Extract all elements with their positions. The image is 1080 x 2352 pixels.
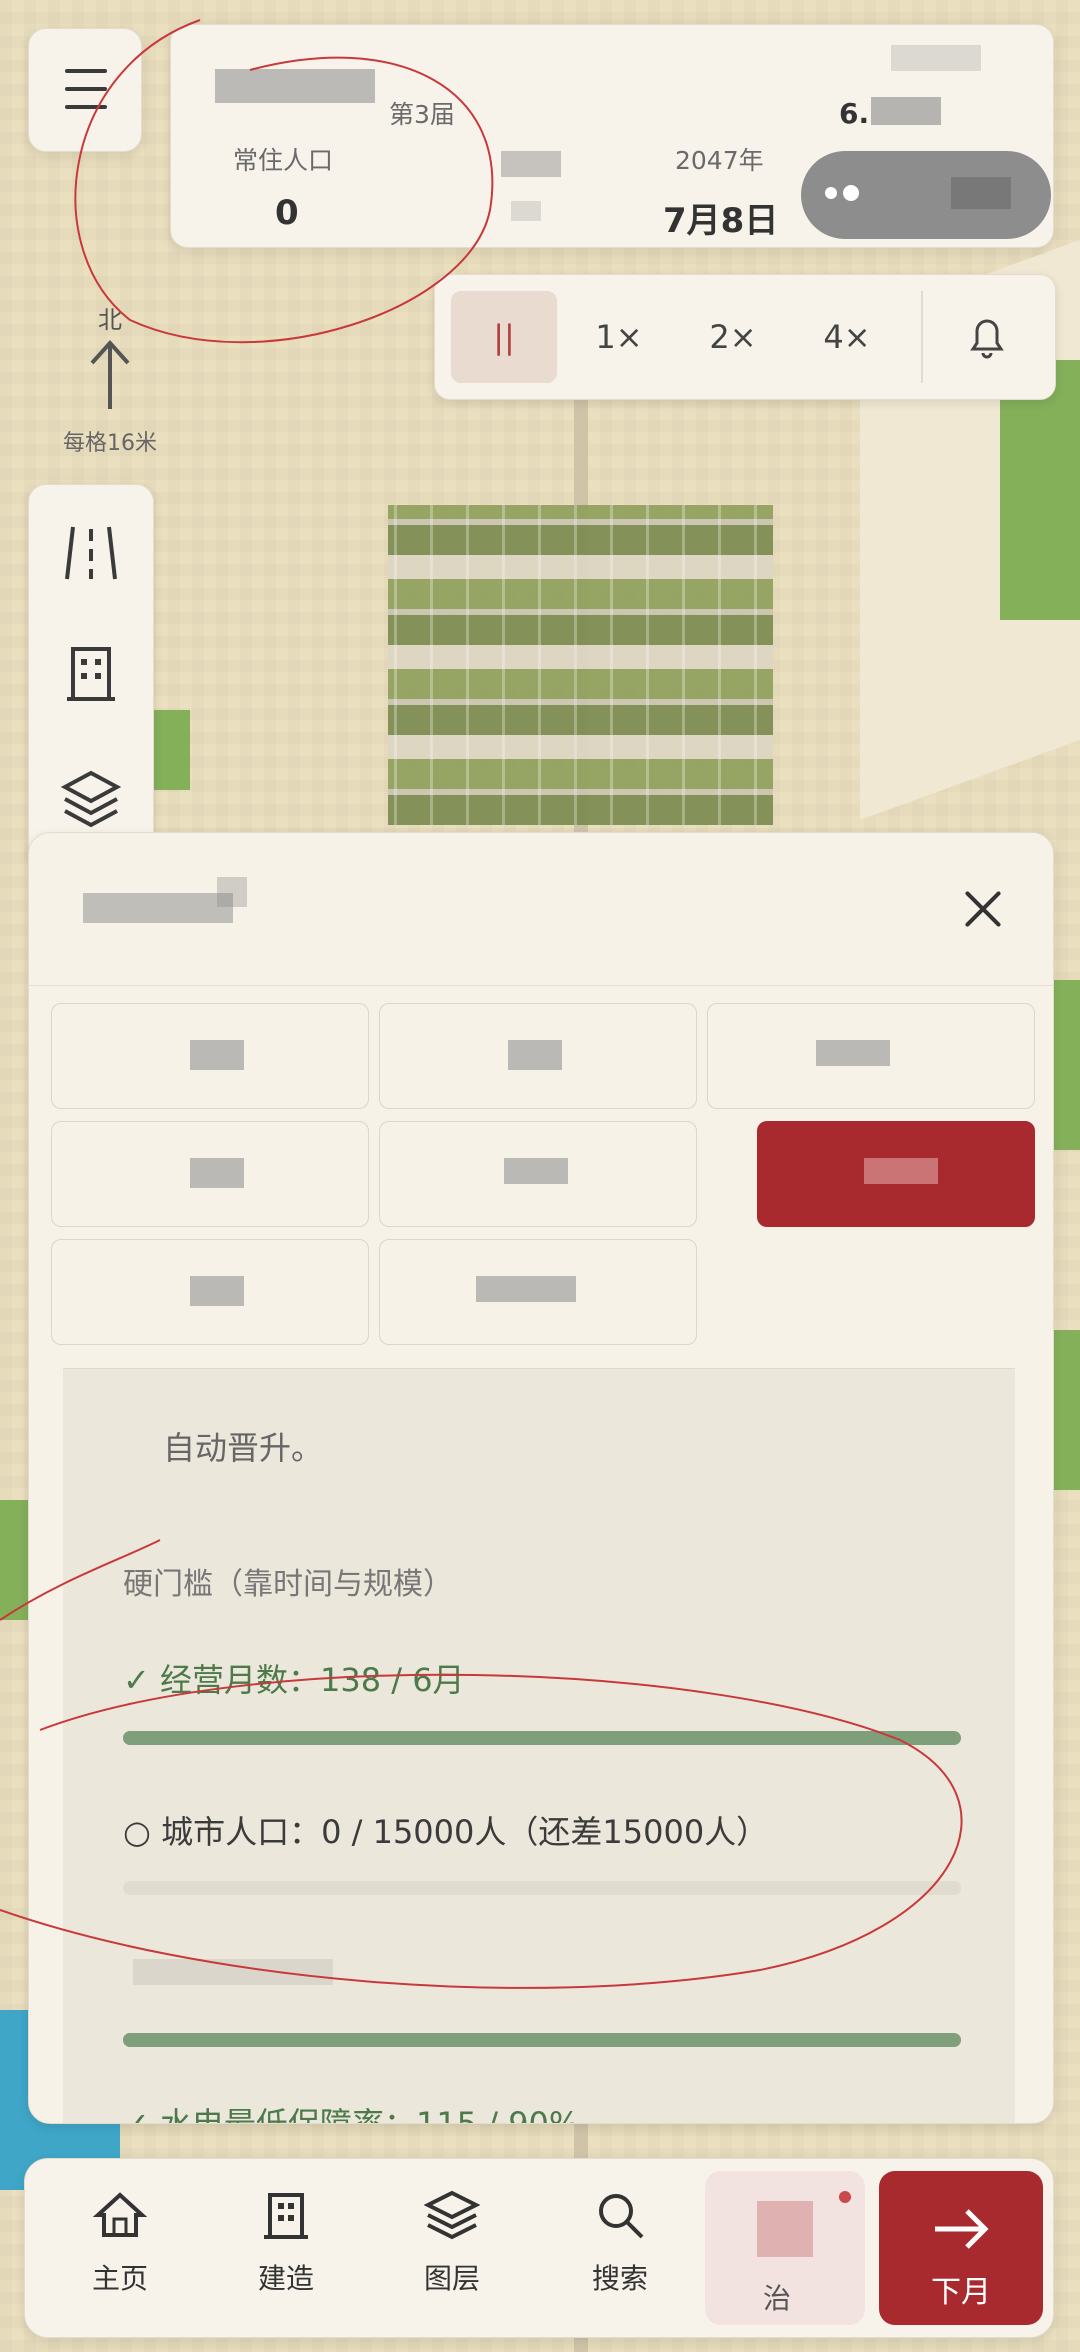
city-name-redacted — [215, 69, 375, 103]
compass: 北 每格16米 — [55, 300, 165, 457]
nav-search-label: 搜索 — [591, 2262, 648, 2295]
action-button[interactable] — [379, 1239, 697, 1345]
population-value: 0 — [275, 193, 299, 233]
nav-build-label: 建造 — [257, 2262, 314, 2295]
requirement-population: ○ 城市人口：0 / 15000人（还差15000人） — [123, 1813, 769, 1851]
action-button[interactable] — [379, 1003, 697, 1109]
progress-population — [123, 1881, 961, 1895]
menu-button[interactable] — [28, 28, 142, 152]
requirement-redacted — [133, 1959, 333, 1985]
upgrade-dialog: 自动晋升。 硬门槛（靠时间与规模） ✓ 经营月数：138 / 6月 ○ 城市人口… — [28, 832, 1054, 2124]
requirements-content[interactable]: 自动晋升。 硬门槛（靠时间与规模） ✓ 经营月数：138 / 6月 ○ 城市人口… — [63, 1368, 1015, 2124]
nav-layers-label: 图层 — [423, 2262, 480, 2295]
action-button[interactable] — [51, 1121, 369, 1227]
governance-icon — [757, 2201, 813, 2257]
dialog-title-redacted — [217, 877, 247, 907]
redacted-money — [871, 97, 941, 125]
tenure-label: 第3届 — [389, 100, 455, 129]
speed-control: || 1× 2× 4× — [434, 274, 1056, 400]
nav-governance-label: 治 — [763, 2282, 792, 2315]
dialog-header — [29, 833, 1053, 986]
north-label: 北 — [98, 306, 122, 334]
action-button[interactable] — [51, 1239, 369, 1345]
speed-1x-button[interactable]: 1× — [569, 291, 669, 383]
speed-4x-button[interactable]: 4× — [797, 291, 897, 383]
primary-action-button[interactable] — [757, 1121, 1035, 1227]
nav-build[interactable]: 建造 — [231, 2187, 341, 2297]
next-month-button[interactable]: 下月 — [879, 2171, 1043, 2325]
city-status-card: 第3届 常住人口 0 2047年 7月8日 6. — [170, 24, 1054, 248]
nav-governance[interactable]: 治 — [705, 2171, 865, 2325]
layers-icon[interactable] — [59, 767, 123, 831]
bottom-navigation: 主页 建造 图层 搜索 治 下月 — [24, 2158, 1054, 2338]
progress-fill — [123, 1731, 961, 1745]
requirement-months: ✓ 经营月数：138 / 6月 — [123, 1661, 465, 1699]
progress-months — [123, 1731, 961, 1745]
redacted-stat — [511, 201, 541, 221]
requirement-utilities: ✓ 水电最低保障率：115 / 90% — [123, 2105, 580, 2124]
scale-label: 每格16米 — [63, 431, 157, 456]
population-label: 常住人口 — [233, 146, 334, 175]
north-arrow-icon — [90, 340, 130, 409]
close-icon[interactable] — [963, 889, 1003, 929]
dialog-title-redacted — [83, 893, 233, 923]
pause-button[interactable]: || — [451, 291, 557, 383]
home-icon — [92, 2192, 148, 2237]
nav-layers[interactable]: 图层 — [397, 2187, 507, 2297]
notification-dot — [839, 2191, 851, 2203]
roads-icon[interactable] — [59, 521, 123, 585]
year-label: 2047年 — [675, 146, 764, 175]
money-value: 6. — [839, 97, 870, 130]
layers-icon — [424, 2190, 480, 2240]
next-month-label: 下月 — [931, 2275, 991, 2310]
bell-icon[interactable] — [955, 305, 1019, 369]
description-tail: 自动晋升。 — [163, 1429, 324, 1467]
action-button[interactable] — [707, 1003, 1035, 1109]
nav-search[interactable]: 搜索 — [565, 2187, 675, 2297]
progress-redacted — [123, 2033, 961, 2047]
redacted-money — [891, 45, 981, 71]
tool-strip — [28, 484, 154, 866]
speed-divider — [921, 291, 923, 383]
date-value: 7月8日 — [663, 201, 779, 241]
speed-2x-button[interactable]: 2× — [683, 291, 783, 383]
building-icon — [264, 2193, 308, 2239]
residential-block[interactable] — [388, 505, 773, 825]
progress-fill — [123, 2033, 961, 2047]
action-button[interactable] — [51, 1003, 369, 1109]
arrow-right-icon — [935, 2209, 989, 2249]
toggle-switch[interactable] — [801, 151, 1051, 239]
building-icon[interactable] — [59, 641, 123, 705]
nav-home-label: 主页 — [91, 2262, 148, 2295]
redacted-stat — [501, 151, 561, 177]
grass-area — [150, 710, 190, 790]
nav-home[interactable]: 主页 — [65, 2187, 175, 2297]
section-title: 硬门槛（靠时间与规模） — [123, 1567, 453, 1602]
search-icon — [599, 2194, 644, 2239]
action-button[interactable] — [379, 1121, 697, 1227]
